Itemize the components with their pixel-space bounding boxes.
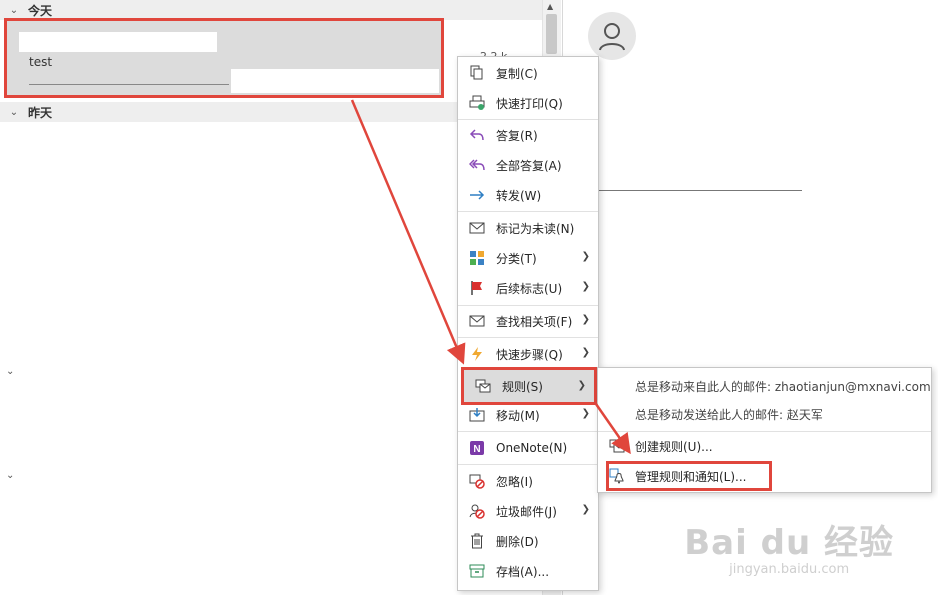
chevron-down-icon[interactable]: ⌄ xyxy=(6,366,14,377)
menu-item-label: 快速步骤(Q) xyxy=(496,347,563,362)
create-rule-label: 创建规则(U)... xyxy=(635,439,713,454)
manage-rules-label: 管理规则和通知(L)... xyxy=(635,469,747,484)
menu-separator xyxy=(458,211,598,212)
menu-item-rules[interactable]: 规则(S) ❯ xyxy=(461,367,597,405)
menu-item-label: 标记为未读(N) xyxy=(496,221,575,236)
menu-item-label: 规则(S) xyxy=(502,379,543,394)
menu-item-copy[interactable]: 复制(C) xyxy=(458,59,598,87)
chevron-right-icon: ❯ xyxy=(577,380,586,391)
menu-item-onenote[interactable]: N OneNote(N) xyxy=(458,434,598,462)
find-related-icon xyxy=(468,312,486,330)
onenote-icon: N xyxy=(468,439,486,457)
menu-separator xyxy=(458,305,598,306)
rule-hint-from[interactable]: 总是移动来自此人的邮件: zhaotianjun@mxnavi.com xyxy=(635,378,931,395)
menu-item-reply-all[interactable]: 全部答复(A) xyxy=(458,151,598,179)
chevron-down-icon[interactable]: ⌄ xyxy=(0,107,28,118)
menu-item-ignore[interactable]: 忽略(I) xyxy=(458,467,598,495)
menu-item-label: 移动(M) xyxy=(496,408,540,423)
flag-icon xyxy=(468,279,486,297)
reading-pane-rule xyxy=(598,190,802,191)
menu-item-categorize[interactable]: 分类(T) ❯ xyxy=(458,244,598,272)
preview-redacted xyxy=(231,69,439,93)
quick-print-icon xyxy=(468,94,486,112)
scroll-up-icon[interactable]: ▲ xyxy=(547,2,553,11)
menu-item-label: 垃圾邮件(J) xyxy=(496,504,557,519)
mark-unread-icon xyxy=(468,219,486,237)
baidu-watermark: Bai du 经验 jingyan.baidu.com xyxy=(684,515,894,577)
person-icon xyxy=(599,23,625,51)
reply-all-icon xyxy=(468,156,486,174)
create-rule-item[interactable]: 创建规则(U)... xyxy=(608,433,713,459)
rule-hint-to[interactable]: 总是移动发送给此人的邮件: 赵天军 xyxy=(635,406,823,423)
menu-item-label: 后续标志(U) xyxy=(496,281,563,296)
chevron-down-icon[interactable]: ⌄ xyxy=(0,5,28,16)
menu-item-follow-up[interactable]: 后续标志(U) ❯ xyxy=(458,274,598,302)
context-menu: 复制(C) 快速打印(Q) 答复(R) 全部答复(A) 转发(W) 标记为未读(… xyxy=(457,56,599,591)
scroll-thumb[interactable] xyxy=(546,14,557,54)
menu-item-forward[interactable]: 转发(W) xyxy=(458,181,598,209)
chevron-right-icon: ❯ xyxy=(581,281,590,292)
watermark-brand: Bai du 经验 xyxy=(684,523,894,563)
group-label-today: 今天 xyxy=(28,3,53,18)
copy-icon xyxy=(468,64,486,82)
menu-item-move[interactable]: 移动(M) ❯ xyxy=(458,401,598,429)
avatar xyxy=(588,12,636,60)
rules-submenu: 总是移动来自此人的邮件: zhaotianjun@mxnavi.com 总是移动… xyxy=(597,367,932,493)
menu-separator xyxy=(458,119,598,120)
chevron-down-icon[interactable]: ⌄ xyxy=(6,470,14,481)
menu-item-archive[interactable]: 存档(A)... xyxy=(458,557,598,585)
create-rule-icon xyxy=(608,437,626,455)
svg-text:N: N xyxy=(473,444,480,455)
ignore-icon xyxy=(468,472,486,490)
menu-item-mark-unread[interactable]: 标记为未读(N) xyxy=(458,214,598,242)
selected-message-row[interactable]: test xyxy=(4,18,444,98)
menu-item-find-related[interactable]: 查找相关项(F) ❯ xyxy=(458,307,598,335)
chevron-right-icon: ❯ xyxy=(581,347,590,358)
manage-rules-icon xyxy=(608,467,626,485)
delete-icon xyxy=(468,532,486,550)
group-header-today[interactable]: ⌄ 今天 xyxy=(0,0,542,20)
menu-item-label: 删除(D) xyxy=(496,534,539,549)
manage-rules-item[interactable]: 管理规则和通知(L)... xyxy=(608,463,747,489)
menu-item-label: 转发(W) xyxy=(496,188,542,203)
junk-icon xyxy=(468,502,486,520)
forward-icon xyxy=(468,186,486,204)
group-label-yesterday: 昨天 xyxy=(28,105,53,120)
chevron-right-icon: ❯ xyxy=(581,251,590,262)
menu-item-junk[interactable]: 垃圾邮件(J) ❯ xyxy=(458,497,598,525)
menu-item-label: OneNote(N) xyxy=(496,441,568,455)
preview-rule xyxy=(29,84,229,85)
rules-icon xyxy=(474,377,492,395)
chevron-right-icon: ❯ xyxy=(581,408,590,419)
menu-item-label: 快速打印(Q) xyxy=(496,96,563,111)
chevron-right-icon: ❯ xyxy=(581,314,590,325)
categorize-icon xyxy=(468,249,486,267)
menu-item-delete[interactable]: 删除(D) xyxy=(458,527,598,555)
menu-item-quick-print[interactable]: 快速打印(Q) xyxy=(458,89,598,117)
move-icon xyxy=(468,406,486,424)
menu-item-label: 答复(R) xyxy=(496,128,538,143)
menu-item-label: 查找相关项(F) xyxy=(496,314,573,329)
message-subject: test xyxy=(29,55,53,69)
menu-item-label: 复制(C) xyxy=(496,66,538,81)
quick-steps-icon xyxy=(468,345,486,363)
menu-item-label: 全部答复(A) xyxy=(496,158,562,173)
chevron-right-icon: ❯ xyxy=(581,504,590,515)
menu-item-label: 存档(A)... xyxy=(496,564,550,579)
menu-item-quick-steps[interactable]: 快速步骤(Q) ❯ xyxy=(458,340,598,368)
menu-separator xyxy=(458,337,598,338)
sender-redacted xyxy=(19,32,217,52)
reply-icon xyxy=(468,126,486,144)
menu-item-label: 分类(T) xyxy=(496,251,537,266)
menu-item-label: 忽略(I) xyxy=(496,474,533,489)
menu-separator xyxy=(598,431,931,432)
menu-separator xyxy=(458,431,598,432)
menu-separator xyxy=(458,464,598,465)
menu-item-reply[interactable]: 答复(R) xyxy=(458,121,598,149)
watermark-url: jingyan.baidu.com xyxy=(729,562,850,577)
archive-icon xyxy=(468,562,486,580)
